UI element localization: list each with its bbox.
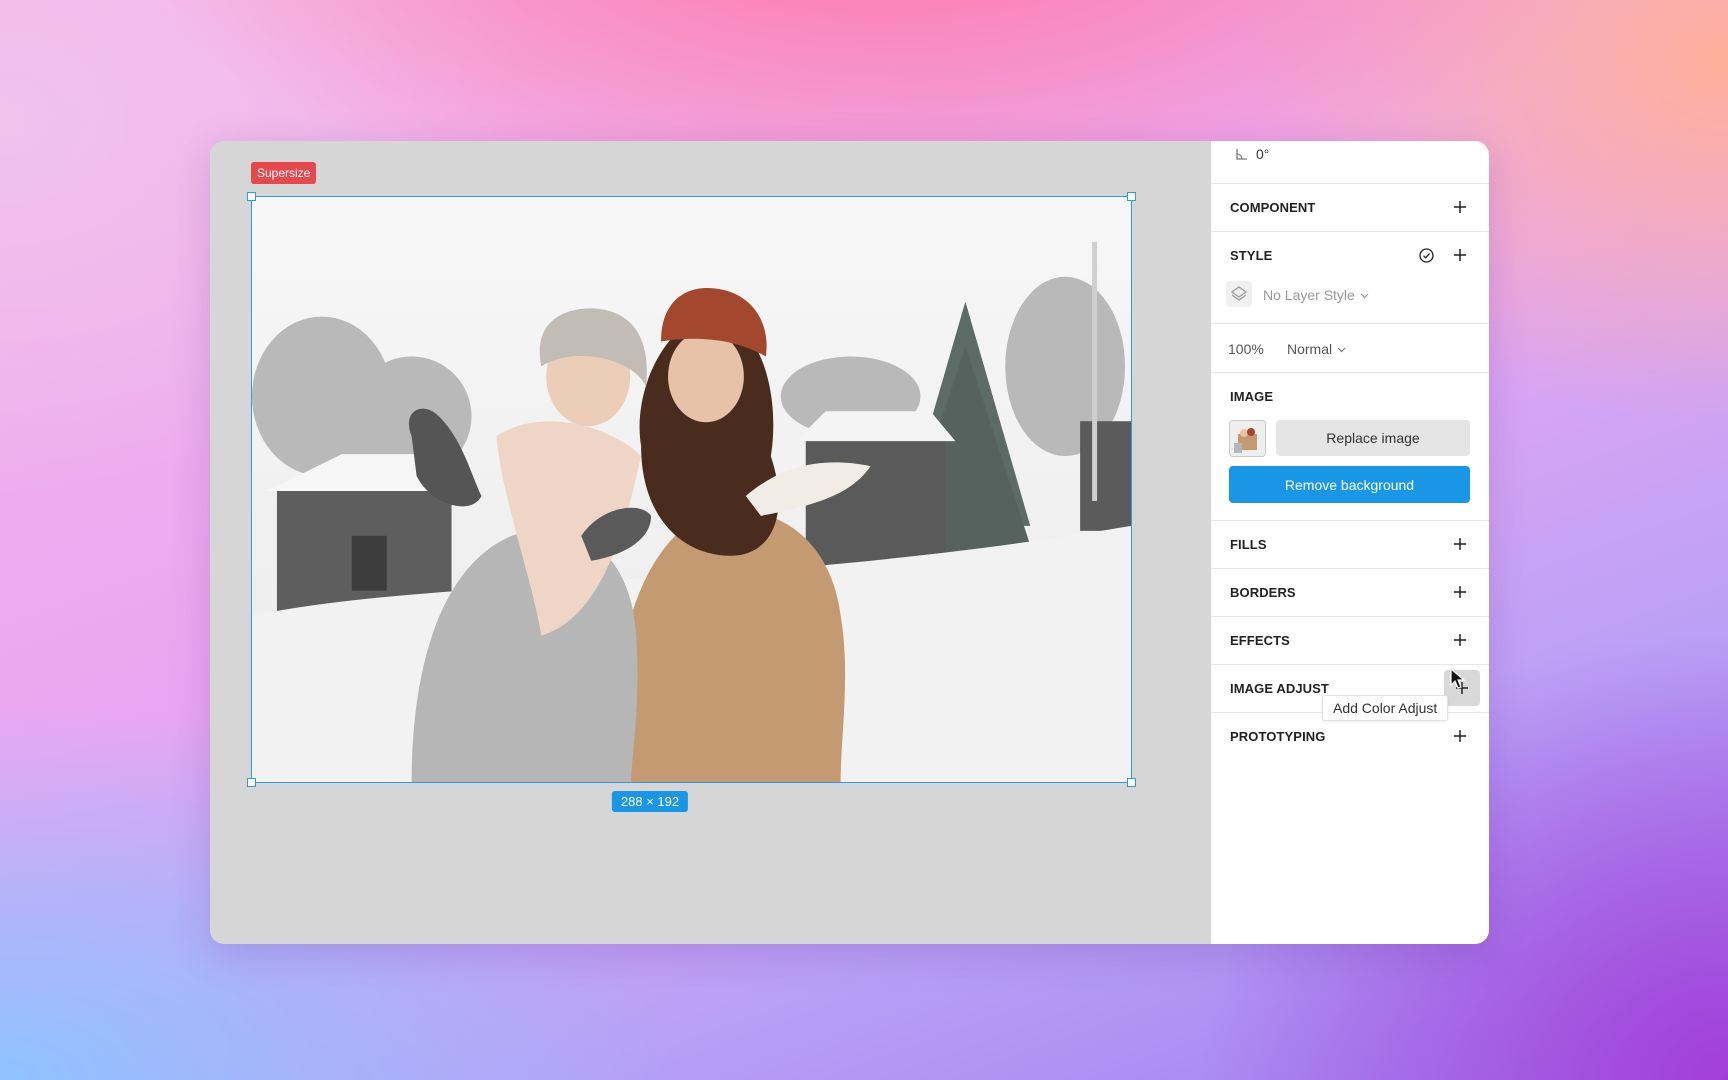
add-prototyping-button[interactable] xyxy=(1449,725,1471,747)
artboard-label[interactable]: Supersize xyxy=(251,162,317,184)
check-circle-icon[interactable] xyxy=(1418,247,1435,264)
add-component-button[interactable] xyxy=(1449,196,1471,218)
plus-icon xyxy=(1454,538,1466,550)
replace-image-button[interactable]: Replace image xyxy=(1276,420,1470,456)
style-title: STYLE xyxy=(1230,248,1273,263)
resize-handle-top-left[interactable] xyxy=(247,192,256,201)
dimensions-badge: 288 × 192 xyxy=(611,791,689,812)
blend-mode-label: Normal xyxy=(1287,341,1333,357)
blend-mode-dropdown[interactable]: Normal xyxy=(1287,341,1346,357)
image-section: IMAGE Replace image Remove background xyxy=(1211,373,1489,521)
plus-icon xyxy=(1454,201,1466,213)
layers-icon xyxy=(1230,286,1248,301)
fills-section: FILLS xyxy=(1211,521,1489,569)
prototyping-title: PROTOTYPING xyxy=(1230,729,1326,744)
image-adjust-title: IMAGE ADJUST xyxy=(1230,681,1329,696)
rotation-value[interactable]: 0° xyxy=(1256,146,1269,162)
editor-window: Supersize 288 × 192 0° COMPONENT STYLE N… xyxy=(210,141,1489,944)
winter-photo xyxy=(252,197,1131,782)
rotation-angle-icon xyxy=(1236,149,1247,160)
plus-icon xyxy=(1454,730,1466,742)
resize-handle-bottom-left[interactable] xyxy=(247,778,256,787)
add-border-button[interactable] xyxy=(1449,581,1471,603)
borders-section: BORDERS xyxy=(1211,569,1489,617)
resize-handle-top-right[interactable] xyxy=(1127,192,1136,201)
layer-style-dropdown[interactable]: No Layer Style xyxy=(1263,287,1369,303)
component-title: COMPONENT xyxy=(1230,200,1316,215)
fills-title: FILLS xyxy=(1230,537,1267,552)
add-fill-button[interactable] xyxy=(1449,533,1471,555)
plus-icon xyxy=(1454,586,1466,598)
plus-icon xyxy=(1454,249,1466,261)
borders-title: BORDERS xyxy=(1230,585,1296,600)
image-title: IMAGE xyxy=(1230,389,1274,404)
chevron-down-icon xyxy=(1337,347,1346,353)
canvas[interactable]: Supersize 288 × 192 xyxy=(210,141,1211,944)
rotation-row: 0° xyxy=(1211,141,1489,184)
layer-style-row[interactable]: No Layer Style xyxy=(1211,279,1489,323)
image-thumbnail-picture xyxy=(1230,421,1265,456)
mouse-cursor-icon xyxy=(1450,668,1466,689)
image-thumbnail[interactable] xyxy=(1229,420,1266,457)
component-section: COMPONENT xyxy=(1211,184,1489,232)
opacity-input[interactable]: 100% xyxy=(1228,341,1264,357)
effects-section: EFFECTS xyxy=(1211,617,1489,665)
effects-title: EFFECTS xyxy=(1230,633,1290,648)
style-section: STYLE No Layer Style xyxy=(1211,232,1489,324)
selected-image-layer[interactable] xyxy=(247,192,1136,787)
plus-icon xyxy=(1454,634,1466,646)
remove-background-button[interactable]: Remove background xyxy=(1229,466,1470,503)
layer-style-label: No Layer Style xyxy=(1263,287,1355,303)
add-effect-button[interactable] xyxy=(1449,629,1471,651)
add-style-button[interactable] xyxy=(1449,244,1471,266)
add-color-adjust-tooltip: Add Color Adjust xyxy=(1322,695,1449,721)
resize-handle-bottom-right[interactable] xyxy=(1127,778,1136,787)
inspector-panel: 0° COMPONENT STYLE No Layer Style 100% N… xyxy=(1211,141,1489,944)
opacity-blend-row: 100% Normal xyxy=(1211,324,1489,373)
layer-style-icon-box xyxy=(1226,281,1252,307)
chevron-down-icon xyxy=(1360,293,1369,299)
